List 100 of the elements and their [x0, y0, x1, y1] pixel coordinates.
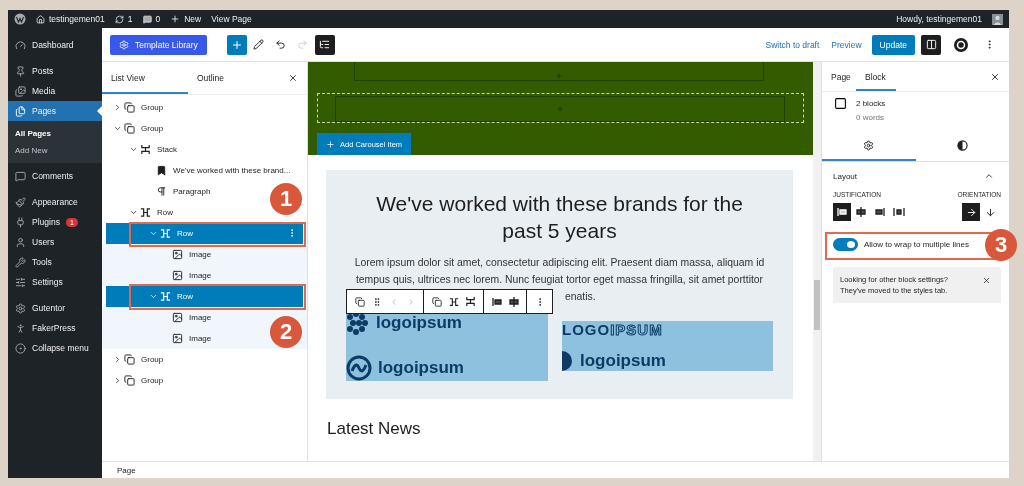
panel-tab[interactable]: List View [102, 62, 188, 94]
gear-icon [15, 302, 26, 314]
plus-icon [556, 105, 564, 113]
images-icon [15, 85, 26, 97]
pilcrow-icon [156, 186, 167, 197]
row-block-icon [160, 291, 171, 302]
panel-tab[interactable]: Block [856, 62, 896, 91]
logo-text: logoipsum [346, 355, 464, 381]
justify-button[interactable] [833, 203, 851, 221]
panel-tab[interactable]: Page [822, 62, 856, 91]
close-icon [288, 73, 298, 83]
pages-icon [15, 105, 26, 117]
paragraph-text: enatis. [565, 290, 596, 304]
sidebar-icon [925, 39, 937, 50]
header-link[interactable]: Preview [825, 39, 868, 50]
new-link[interactable]: New [170, 14, 202, 24]
image-icon [172, 312, 183, 323]
list-view-button[interactable] [314, 34, 335, 55]
wrench-icon [15, 256, 26, 268]
chevron-down-icon [148, 292, 158, 301]
list-view-item[interactable]: Stack [102, 139, 183, 160]
close-icon [981, 275, 991, 285]
list-view-item[interactable]: Image [102, 307, 218, 328]
group-block-icon [124, 102, 135, 113]
scrollbar[interactable] [813, 62, 821, 461]
gauge-icon [15, 39, 26, 51]
wrap-toggle[interactable] [833, 238, 858, 251]
menu-item[interactable]: Media [8, 81, 102, 101]
list-view-item[interactable]: Image [102, 328, 218, 349]
list-view-item[interactable]: Row [102, 202, 179, 223]
greeting-link[interactable]: Howdy, testingemen01 [896, 14, 982, 24]
step-number: 3 [985, 229, 1017, 261]
section-heading: We've worked with these brands for the past 5 years [375, 191, 744, 244]
stack-block-icon [140, 144, 151, 155]
menu-item[interactable]: Dashboard [8, 35, 102, 55]
home-icon [36, 14, 45, 24]
menu-item[interactable]: Appearance [8, 192, 102, 212]
list-view-item[interactable]: Image [102, 265, 218, 286]
avatar-icon [992, 13, 1003, 25]
list-view-item[interactable]: Group [102, 97, 170, 118]
justify-right-icon [874, 206, 886, 218]
site-link[interactable]: testingemen01 [36, 14, 105, 24]
sliders-icon [15, 276, 26, 288]
group-block-icon [124, 123, 135, 134]
chevron-up-icon [984, 171, 994, 181]
breadcrumb[interactable]: Page [117, 465, 136, 475]
menu-item[interactable]: Users [8, 232, 102, 252]
list-view-item[interactable]: Row [106, 286, 303, 307]
list-view-item[interactable]: We've worked with these brand... [102, 160, 297, 181]
list-view-item[interactable]: Image [102, 244, 218, 265]
dots-logo-icon [346, 311, 370, 335]
arrow-down-icon [984, 206, 996, 218]
collapse-icon [15, 342, 26, 354]
submenu-item[interactable]: Add New [8, 142, 102, 159]
justify-left-icon [490, 295, 503, 308]
menu-item[interactable]: Collapse menu [8, 338, 102, 358]
logo-text: logoipsum [346, 311, 462, 335]
menu-item[interactable]: Comments [8, 166, 102, 186]
submenu-item[interactable]: All Pages [8, 125, 102, 142]
plug-icon [15, 216, 26, 228]
pencil-icon [253, 39, 265, 50]
update-button[interactable]: Update [871, 34, 915, 55]
list-view-item[interactable]: Row [106, 223, 303, 244]
header-link[interactable]: Switch to draft [759, 39, 826, 50]
user-icon [15, 236, 26, 248]
panel-tab[interactable]: Outline [188, 62, 274, 94]
view-page-link[interactable]: View Page [211, 14, 252, 24]
plus-icon [230, 38, 243, 51]
updates-link[interactable]: 1 [114, 14, 133, 24]
section-title: Layout [833, 171, 858, 181]
blocks-icon [834, 97, 847, 110]
chevron-down-icon [128, 208, 138, 217]
menu-item[interactable]: FakerPress [8, 318, 102, 338]
list-view-item[interactable]: Paragraph [102, 181, 217, 202]
chevron-down-icon [148, 229, 158, 238]
menu-item[interactable]: Gutentor [8, 298, 102, 318]
plus-icon [326, 139, 335, 149]
group-block-icon [431, 296, 442, 307]
template-library-button[interactable]: Template Library [110, 34, 207, 55]
settings-sidebar-button[interactable] [921, 34, 941, 55]
speech-bubble-icon [142, 14, 152, 24]
list-view-item[interactable]: Group [102, 349, 170, 370]
paragraph-text: Lorem ipsum dolor sit amet, consectetur adipiscing elit. Praesent diam massa, aliquam id [353, 256, 766, 270]
menu-item[interactable]: Posts [8, 61, 102, 81]
menu-item[interactable]: Tools [8, 252, 102, 272]
menu-item[interactable]: Pages [8, 101, 102, 121]
arrow-right-icon [965, 206, 977, 218]
person-icon [15, 322, 26, 334]
menu-item[interactable]: Settings [8, 272, 102, 292]
paintbrush-icon [15, 196, 26, 208]
comments-link[interactable]: 0 [142, 14, 161, 24]
word-count: 0 words [856, 112, 885, 124]
add-block-button[interactable] [226, 34, 247, 55]
list-view-item[interactable]: Group [102, 370, 170, 391]
gear-icon [119, 39, 129, 50]
group-block-icon [354, 296, 365, 307]
undo-icon [275, 39, 287, 50]
chevron-down-icon [128, 145, 138, 154]
list-view-item[interactable]: Group [102, 118, 170, 139]
orientation-button[interactable] [962, 203, 980, 221]
